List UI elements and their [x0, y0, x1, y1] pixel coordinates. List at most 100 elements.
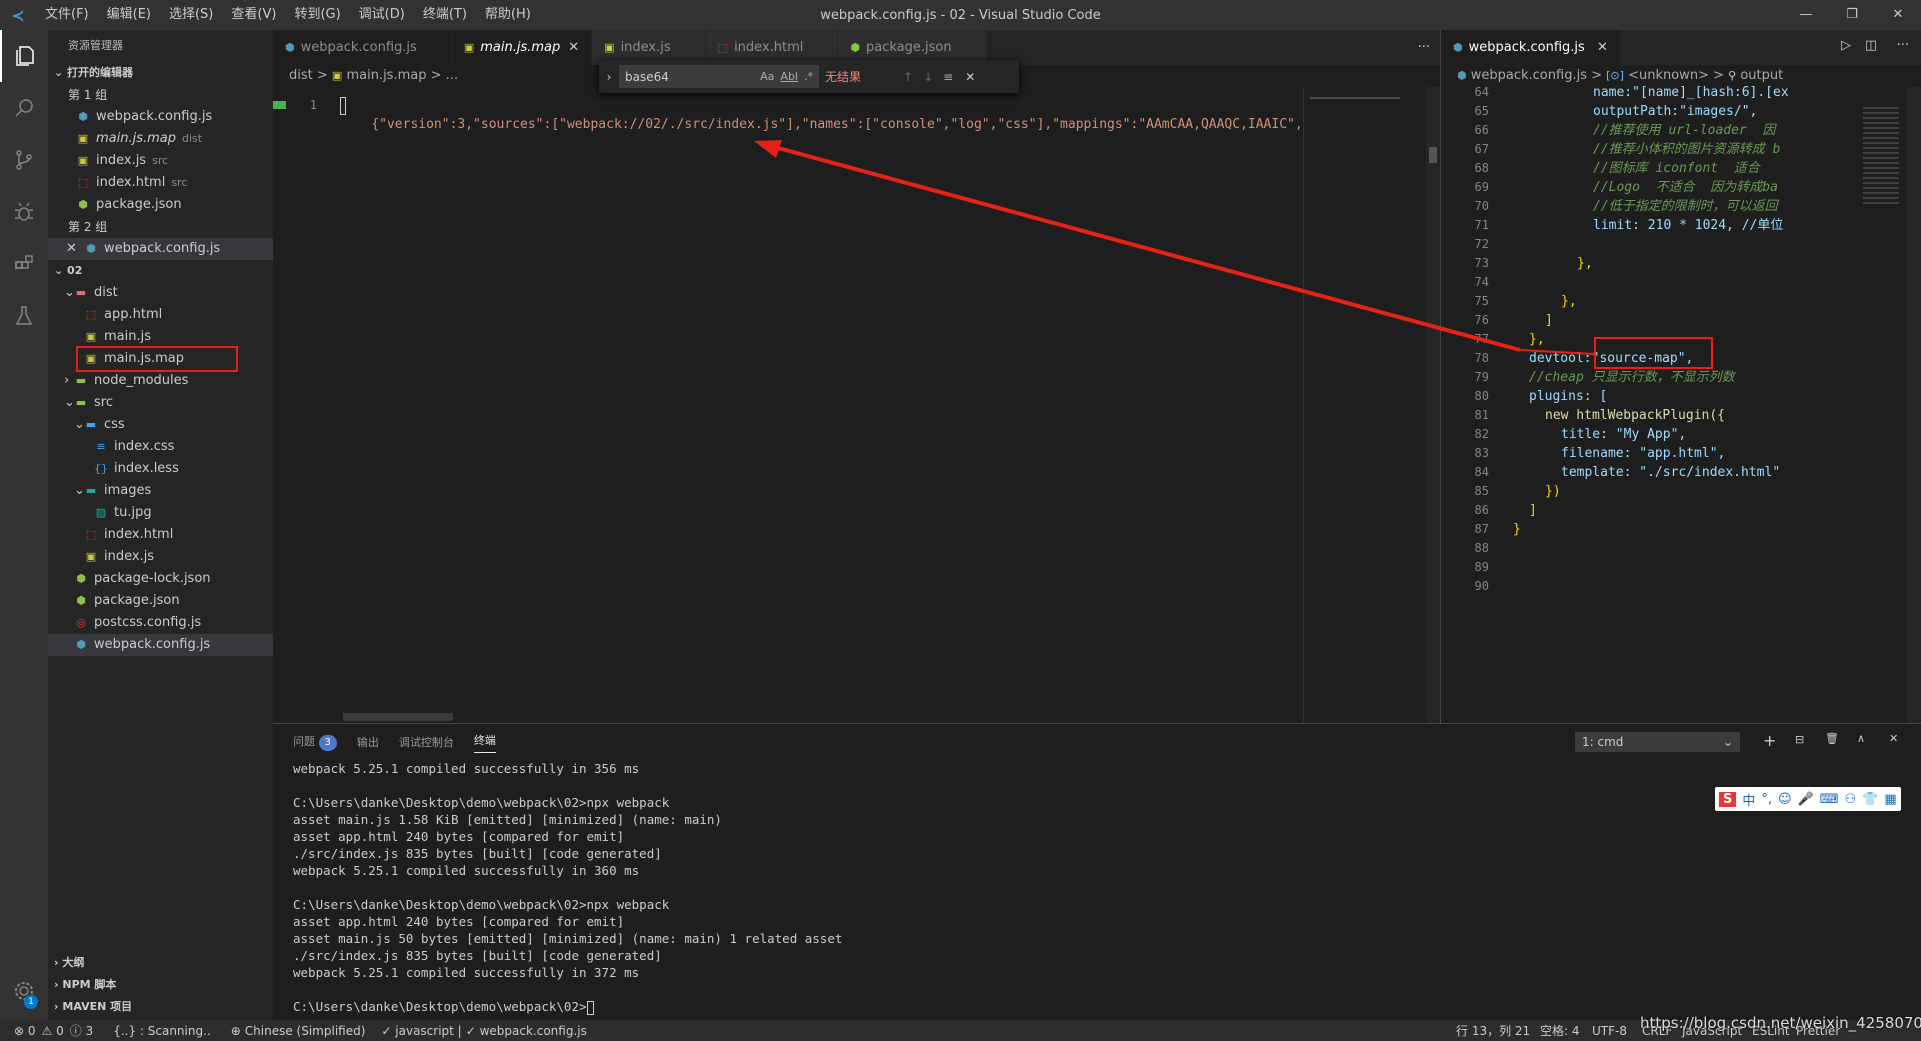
find-in-selection-icon[interactable]: ≡ [943, 70, 953, 84]
file-item[interactable]: ≡ index.css [48, 436, 273, 458]
folder-item[interactable]: ⌄▬ dist [48, 282, 273, 304]
tab-problems[interactable]: 问题 3 [293, 733, 337, 751]
file-item[interactable]: ⬚ index.html [48, 524, 273, 546]
settings-gear-icon[interactable]: 1 [0, 965, 48, 1017]
code-line-1[interactable]: {"version":3,"sources":["webpack://02/./… [340, 96, 1370, 153]
language-status[interactable]: ✓ javascript | [381, 1024, 461, 1038]
close-tab-icon[interactable]: ✕ [1597, 40, 1608, 55]
new-terminal-icon[interactable]: + [1763, 731, 1776, 750]
source-control-icon[interactable] [0, 134, 48, 186]
split-editor-icon[interactable]: ◫ [1865, 38, 1877, 53]
sidebar-section[interactable]: › NPM 脚本 [48, 974, 273, 996]
encoding-status[interactable]: UTF-8 [1592, 1024, 1627, 1038]
breadcrumb-property[interactable]: output [1740, 68, 1783, 83]
file-item[interactable]: ⬚ app.html [48, 304, 273, 326]
ime-tool-icon[interactable]: ☺ [1778, 792, 1792, 807]
ime-tool-icon[interactable]: 👕 [1862, 792, 1878, 807]
search-icon[interactable] [0, 82, 48, 134]
regex-button[interactable]: .* [804, 70, 813, 83]
file-item[interactable]: ▣ main.js [48, 326, 273, 348]
close-find-icon[interactable]: ✕ [965, 70, 975, 84]
ime-tool-icon[interactable]: 中 [1742, 790, 1755, 809]
open-editor-item[interactable]: ▣ main.js.map dist [48, 128, 273, 150]
file-item[interactable]: ◎ postcss.config.js [48, 612, 273, 634]
cursor-position-status[interactable]: 行 13，列 21 [1456, 1022, 1530, 1039]
open-editor-item[interactable]: ▣ index.js src [48, 150, 273, 172]
folder-item[interactable]: ⌄▬ images [48, 480, 273, 502]
breadcrumb-file[interactable]: webpack.config.js [1471, 68, 1587, 83]
sidebar-section[interactable]: › 大纲 [48, 952, 273, 974]
ime-tool-icon[interactable]: ⌨ [1820, 792, 1839, 807]
close-tab-icon[interactable]: ✕ [568, 40, 579, 55]
file-item[interactable]: {} index.less [48, 458, 273, 480]
tab-terminal[interactable]: 终端 [473, 732, 496, 753]
indent-status[interactable]: 空格: 4 [1540, 1022, 1580, 1039]
tab-debug-console[interactable]: 调试控制台 [399, 734, 454, 750]
menu-item-2[interactable]: 选择(S) [160, 0, 222, 30]
minimize-button[interactable]: — [1783, 0, 1829, 30]
breadcrumb-symbol[interactable]: ... [446, 68, 458, 83]
tab-output[interactable]: 输出 [357, 734, 379, 750]
close-panel-icon[interactable]: ✕ [1889, 732, 1898, 745]
find-input[interactable]: base64 Aa Abl .* [619, 65, 819, 88]
menu-item-3[interactable]: 查看(V) [222, 0, 285, 30]
minimap[interactable] [1304, 87, 1404, 723]
tab-0[interactable]: ⬢ webpack.config.js [273, 30, 452, 65]
menu-item-7[interactable]: 帮助(H) [476, 0, 540, 30]
breadcrumb-symbol[interactable]: <unknown> [1628, 68, 1709, 83]
menu-item-6[interactable]: 终端(T) [414, 0, 476, 30]
more-actions-button[interactable]: ··· [1418, 30, 1430, 65]
next-match-arrow-down-icon[interactable]: ↓ [923, 70, 933, 84]
terminal-output[interactable]: webpack 5.25.1 compiled successfully in … [273, 760, 1921, 1015]
menu-item-5[interactable]: 调试(D) [350, 0, 414, 30]
split-terminal-icon[interactable]: ⊟ [1795, 733, 1804, 746]
previous-match-arrow-up-icon[interactable]: ↑ [903, 70, 913, 84]
menu-item-1[interactable]: 编辑(E) [98, 0, 160, 30]
language-pack-status[interactable]: Chinese (Simplified) [245, 1024, 366, 1038]
open-editor-item[interactable]: ⬢ webpack.config.js [48, 106, 273, 128]
breadcrumb-file[interactable]: main.js.map [346, 68, 426, 83]
file-item[interactable]: ▨ tu.jpg [48, 502, 273, 524]
info-status[interactable]: ⓘ 3 [70, 1022, 93, 1039]
folder-item[interactable]: ⌄▬ css [48, 414, 273, 436]
folder-item[interactable]: ⌄▬ src [48, 392, 273, 414]
tab-1[interactable]: ▣ main.js.map ✕ [451, 30, 593, 65]
maximize-panel-icon[interactable]: ∧ [1857, 732, 1865, 745]
open-editor-item[interactable]: ⬚ index.html src [48, 172, 273, 194]
terminal-select[interactable]: 1: cmd ⌄ [1575, 732, 1740, 752]
breadcrumb-folder[interactable]: dist [289, 68, 313, 83]
project-section[interactable]: ⌄ 02 [48, 260, 273, 282]
warnings-status[interactable]: ⚠ 0 [42, 1024, 64, 1038]
sogou-ime-icon[interactable]: S [1719, 791, 1737, 807]
more-actions-icon[interactable]: ··· [1897, 38, 1909, 53]
file-item[interactable]: ⬢ package.json [48, 590, 273, 612]
file-item[interactable]: ⬢ package-lock.json [48, 568, 273, 590]
ime-tool-icon[interactable]: 🎤 [1798, 792, 1814, 807]
close-window-button[interactable]: ✕ [1875, 0, 1921, 30]
match-case-button[interactable]: Aa [760, 70, 774, 83]
open-editor-item[interactable]: ⬢ package.json [48, 194, 273, 216]
right-code[interactable]: 64 name:"[name]_[hash:6].[ex 65 outputPath:… [1441, 83, 1851, 703]
restore-button[interactable]: ❐ [1829, 0, 1875, 30]
folder-item[interactable]: › ▬ node_modules [48, 370, 273, 392]
ime-tool-icon[interactable]: ⚇ [1845, 792, 1857, 807]
file-item[interactable]: ⬢ webpack.config.js [48, 634, 273, 656]
open-editors-section[interactable]: ⌄ 打开的编辑器 [48, 62, 273, 84]
minimap-2[interactable] [1857, 87, 1907, 287]
tab-webpack-config[interactable]: ⬢ webpack.config.js ✕ [1441, 30, 1621, 65]
close-icon[interactable]: ✕ [66, 238, 77, 260]
vertical-scrollbar[interactable] [1426, 87, 1440, 723]
menu-item-4[interactable]: 转到(G) [285, 0, 349, 30]
sidebar-section[interactable]: › MAVEN 项目 [48, 996, 273, 1018]
ime-tool-icon[interactable]: °, [1761, 792, 1772, 807]
debug-icon[interactable] [0, 186, 48, 238]
horizontal-scrollbar-thumb[interactable] [343, 713, 453, 721]
errors-status[interactable]: ⊗ 0 [14, 1024, 36, 1038]
vertical-scrollbar-2[interactable] [1907, 87, 1921, 723]
toggle-replace-chevron-icon[interactable]: › [599, 70, 619, 84]
whole-word-button[interactable]: Abl [780, 70, 798, 83]
run-icon[interactable]: ▷ [1841, 38, 1851, 53]
file-check-status[interactable]: ✓ webpack.config.js [466, 1024, 587, 1038]
menu-item-0[interactable]: 文件(F) [36, 0, 98, 30]
explorer-icon[interactable] [0, 30, 48, 82]
